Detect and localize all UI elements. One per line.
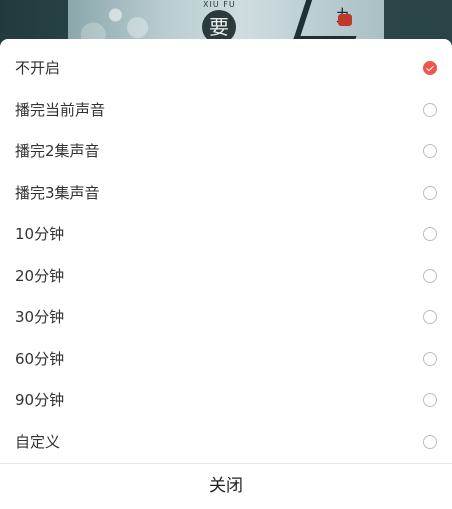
option-label: 播完3集声音: [15, 184, 100, 202]
radio-empty-icon[interactable]: [423, 393, 437, 407]
cover-brush-stroke: [292, 0, 370, 42]
option-label: 30分钟: [15, 308, 65, 326]
timer-option-after-3-episodes[interactable]: 播完3集声音: [0, 173, 452, 214]
option-label: 不开启: [15, 59, 61, 77]
cover-red-seal: [338, 14, 352, 26]
option-label: 60分钟: [15, 350, 65, 368]
option-label: 10分钟: [15, 225, 65, 243]
option-label: 90分钟: [15, 391, 65, 409]
option-label: 20分钟: [15, 267, 65, 285]
sleep-timer-sheet: 不开启 播完当前声音 播完2集声音 播完3集声音 10分钟 20分钟 30分钟 …: [0, 39, 452, 509]
radio-empty-icon[interactable]: [423, 186, 437, 200]
option-label: 播完当前声音: [15, 101, 106, 119]
radio-empty-icon[interactable]: [423, 103, 437, 117]
radio-empty-icon[interactable]: [423, 227, 437, 241]
timer-option-30-minutes[interactable]: 30分钟: [0, 297, 452, 338]
timer-option-after-current[interactable]: 播完当前声音: [0, 90, 452, 131]
radio-empty-icon[interactable]: [423, 269, 437, 283]
radio-empty-icon[interactable]: [423, 435, 437, 449]
radio-empty-icon[interactable]: [423, 144, 437, 158]
timer-option-custom[interactable]: 自定义: [0, 422, 452, 463]
timer-option-after-2-episodes[interactable]: 播完2集声音: [0, 131, 452, 172]
timer-option-90-minutes[interactable]: 90分钟: [0, 380, 452, 421]
option-label: 自定义: [15, 433, 61, 451]
check-circle-icon[interactable]: [423, 61, 437, 75]
timer-option-20-minutes[interactable]: 20分钟: [0, 256, 452, 297]
cover-pinyin-text: XIU FU: [203, 0, 236, 9]
radio-empty-icon[interactable]: [423, 352, 437, 366]
close-button[interactable]: 关闭: [0, 464, 452, 509]
timer-option-10-minutes[interactable]: 10分钟: [0, 214, 452, 255]
timer-option-off[interactable]: 不开启: [0, 48, 452, 89]
timer-option-60-minutes[interactable]: 60分钟: [0, 339, 452, 380]
radio-empty-icon[interactable]: [423, 310, 437, 324]
option-label: 播完2集声音: [15, 142, 100, 160]
